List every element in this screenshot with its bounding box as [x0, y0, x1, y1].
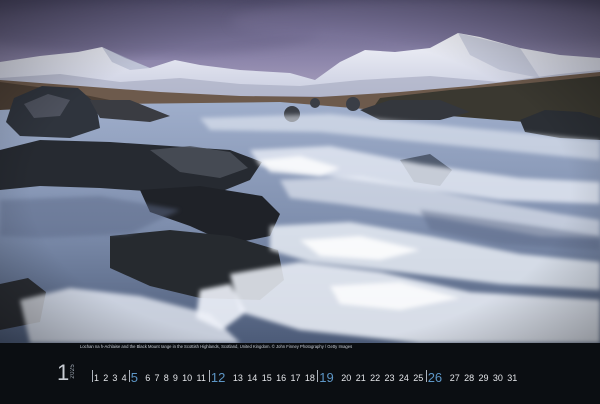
- week-divider: [317, 370, 318, 382]
- week-divider: [128, 370, 130, 382]
- day-number: 21: [355, 373, 366, 383]
- landscape-photo: [0, 0, 600, 343]
- day-number: 25: [413, 373, 424, 383]
- year-label: 2025: [70, 364, 76, 379]
- day-number: 2: [103, 373, 109, 383]
- day-number: 14: [247, 373, 258, 383]
- day-number: 10: [182, 373, 193, 383]
- day-number: 28: [464, 373, 475, 383]
- day-number: 18: [304, 373, 315, 383]
- week-divider: [92, 370, 93, 382]
- day-sunday: 5: [130, 370, 139, 385]
- day-number: 22: [370, 373, 381, 383]
- day-number: 31: [507, 373, 518, 383]
- day-sunday: 19: [319, 370, 334, 385]
- day-number: 16: [276, 373, 287, 383]
- calendar-page: Lochan na h-Achlaise and the Black Mount…: [0, 0, 600, 404]
- day-number: 20: [341, 373, 352, 383]
- day-sunday: 12: [210, 370, 226, 385]
- day-number: 6: [145, 373, 151, 383]
- day-sunday: 26: [427, 370, 443, 385]
- day-number: 24: [398, 373, 409, 383]
- month-number: 1: [57, 360, 70, 385]
- day-number: 15: [261, 373, 272, 383]
- day-number: 1: [94, 373, 100, 383]
- day-number: 29: [478, 373, 489, 383]
- day-number: 8: [163, 373, 169, 383]
- day-number: 23: [384, 373, 395, 383]
- photo-caption: Lochan na h-Achlaise and the Black Mount…: [80, 344, 353, 349]
- day-number: 13: [232, 373, 243, 383]
- week-divider: [208, 370, 210, 382]
- day-number: 4: [121, 373, 127, 383]
- day-number: 27: [449, 373, 460, 383]
- day-number: 17: [290, 373, 301, 383]
- day-row: 1 2 3 4 5 6 7 8 9 10 11 12 13 14 15 16 17 18 19 20 21 22 23 24 2…: [92, 370, 544, 385]
- week-divider: [425, 370, 427, 382]
- day-number: 7: [154, 373, 160, 383]
- day-number: 9: [172, 373, 178, 383]
- day-number: 11: [196, 373, 206, 383]
- day-number: 30: [492, 373, 503, 383]
- day-number: 3: [112, 373, 118, 383]
